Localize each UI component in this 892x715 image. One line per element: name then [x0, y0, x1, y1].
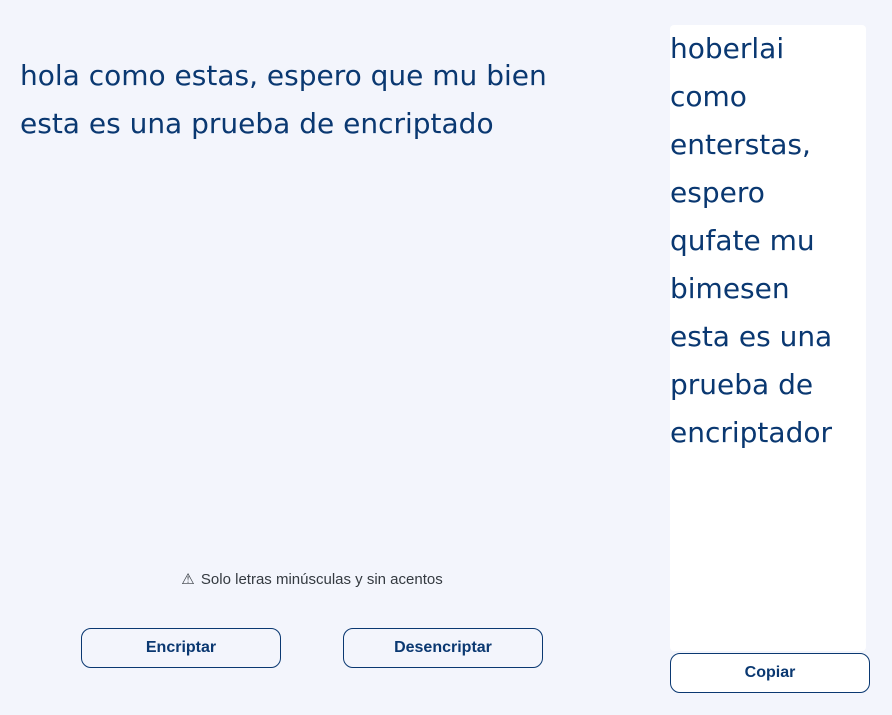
warning-triangle-icon: ⚠	[181, 571, 195, 588]
output-panel: hoberlai como enterstas, espero qufate m…	[670, 25, 866, 651]
encrypt-button[interactable]: Encriptar	[81, 628, 281, 668]
input-warning: ⚠ Solo letras minúsculas y sin acentos	[81, 570, 543, 590]
encryptor-app: hola como estas, espero que mu bien esta…	[0, 0, 892, 715]
decrypt-button[interactable]: Desencriptar	[343, 628, 543, 668]
message-input[interactable]: hola como estas, espero que mu bien esta…	[20, 52, 640, 532]
output-text: hoberlai como enterstas, espero qufate m…	[670, 32, 833, 449]
warning-text: Solo letras minúsculas y sin acentos	[200, 571, 443, 588]
copy-button[interactable]: Copiar	[670, 653, 870, 693]
